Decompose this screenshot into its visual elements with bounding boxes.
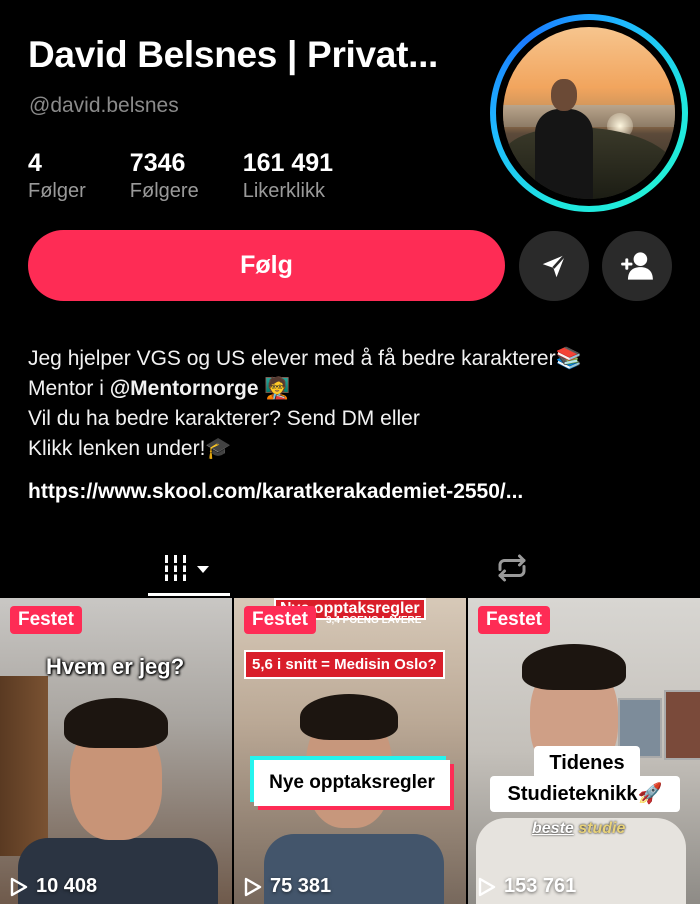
stat-followers[interactable]: 7346 Følgere xyxy=(130,148,199,203)
bio-line: Vil du ha bedre karakterer? Send DM elle… xyxy=(28,407,420,430)
stat-following-value: 4 xyxy=(28,149,42,177)
profile-website-link[interactable]: https://www.skool.com/karatkerakademiet-… xyxy=(28,480,523,504)
video-grid: Festet Hvem er jeg? 10 408 Nye opptaksre… xyxy=(0,598,700,904)
stat-likes[interactable]: 161 491 Likerklikk xyxy=(243,148,333,203)
bio-mention-link[interactable]: @Mentornorge xyxy=(110,377,259,400)
view-count: 75 381 xyxy=(244,875,331,898)
follow-button[interactable]: Følg xyxy=(28,230,505,301)
play-icon xyxy=(478,877,496,896)
bio-line: Klikk lenken under!🎓 xyxy=(28,437,232,460)
pinned-badge: Festet xyxy=(244,606,316,634)
tab-videos[interactable] xyxy=(148,540,230,596)
bio-text: 🧑‍🏫 xyxy=(258,377,291,400)
video-caption-line1: Tidenes xyxy=(534,746,640,780)
overlay-subtitle: 3,4 POENG LAVERE xyxy=(326,615,422,626)
view-count: 153 761 xyxy=(478,875,576,898)
play-icon xyxy=(244,877,262,896)
bio-text: Mentor i xyxy=(28,377,110,400)
active-tab-indicator xyxy=(148,593,230,596)
play-icon xyxy=(10,877,28,896)
watermark-text: beste studie xyxy=(532,820,625,838)
video-thumbnail[interactable]: Festet Hvem er jeg? 10 408 xyxy=(0,598,232,904)
stat-likes-label: Likerklikk xyxy=(242,180,325,202)
stat-followers-value: 7346 xyxy=(129,149,186,177)
avatar-story-ring[interactable] xyxy=(490,14,688,212)
tab-reposts[interactable] xyxy=(486,540,538,596)
profile-tabs xyxy=(0,540,700,596)
bio-line: Mentor i @Mentornorge 🧑‍🏫 xyxy=(28,374,582,404)
view-count-text: 10 408 xyxy=(36,875,98,897)
view-count-text: 75 381 xyxy=(270,875,332,897)
avatar xyxy=(503,27,675,199)
repost-icon xyxy=(498,554,526,582)
profile-username: @david.belsnes xyxy=(29,94,179,117)
profile-bio: Jeg hjelper VGS og US elever med å få be… xyxy=(28,344,582,464)
grid-icon xyxy=(161,555,209,581)
view-count-text: 153 761 xyxy=(504,875,577,897)
bio-line: Jeg hjelper VGS og US elever med å få be… xyxy=(28,347,582,370)
stat-likes-value: 161 491 xyxy=(242,149,334,177)
overlay-question: 5,6 i snitt = Medisin Oslo? xyxy=(244,650,445,679)
send-icon xyxy=(542,253,567,278)
profile-display-name: David Belsnes | Privat... xyxy=(28,34,439,75)
pinned-badge: Festet xyxy=(478,606,550,634)
watermark-part: studie xyxy=(578,820,626,837)
video-thumbnail[interactable]: Festet Tidenes Studieteknikk🚀 beste stud… xyxy=(468,598,700,904)
stat-following-label: Følger xyxy=(28,180,86,202)
stat-followers-label: Følgere xyxy=(129,180,199,202)
add-friend-button[interactable] xyxy=(602,231,672,301)
add-user-icon xyxy=(621,252,653,280)
video-caption: Nye opptaksregler xyxy=(254,760,450,806)
view-count: 10 408 xyxy=(10,875,97,898)
video-caption: Hvem er jeg? xyxy=(46,654,185,679)
video-caption-line2: Studieteknikk🚀 xyxy=(490,776,680,812)
stat-following[interactable]: 4 Følger xyxy=(28,148,86,203)
profile-stats: 4 Følger 7346 Følgere 161 491 Likerklikk xyxy=(28,148,377,203)
watermark-part: beste xyxy=(532,820,574,837)
pinned-badge: Festet xyxy=(10,606,82,634)
video-thumbnail[interactable]: Nye opptaksregler 3,4 POENG LAVERE Feste… xyxy=(234,598,466,904)
share-button[interactable] xyxy=(519,231,589,301)
